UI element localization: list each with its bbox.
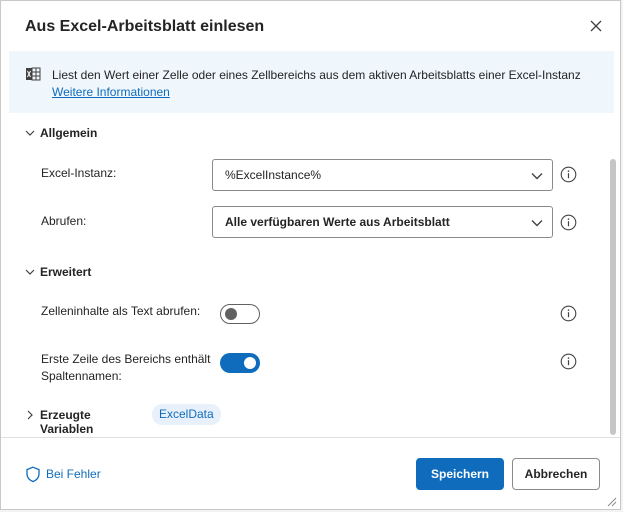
info-icon[interactable] [560,166,577,188]
more-info-link[interactable]: Weitere Informationen [52,85,170,99]
info-banner: Liest den Wert einer Zelle oder eines Ze… [9,51,614,113]
excel-instance-label: Excel-Instanz: [41,166,117,180]
footer-divider [1,437,620,438]
shield-icon [26,466,40,483]
dialog-title: Aus Excel-Arbeitsblatt einlesen [25,18,265,35]
section-general-toggle[interactable]: Allgemein [25,125,115,141]
variable-badge[interactable]: ExcelData [152,404,221,425]
close-icon[interactable] [587,17,605,35]
section-variables-title: Erzeugte Variablen [40,408,94,436]
on-error-label: Bei Fehler [46,467,101,481]
chevron-down-icon [25,269,35,275]
chevron-down-icon [531,220,543,227]
section-variables-toggle[interactable]: Erzeugte Variablen [25,407,147,436]
header-row-label-line2: Spaltennamen: [41,369,122,383]
chevron-right-icon [27,410,33,420]
header-row-label-line1: Erste Zeile des Bereichs enthält [41,352,211,366]
toggle-knob [244,357,256,369]
info-icon[interactable] [560,305,577,327]
save-button[interactable]: Speichern [416,458,504,490]
retrieve-label: Abrufen: [41,214,87,228]
section-advanced-title: Erweitert [40,265,92,279]
header-row-toggle[interactable] [220,353,260,373]
cancel-button[interactable]: Abbrechen [512,458,600,490]
cell-text-label: Zelleninhalte als Text abrufen: [41,304,201,318]
excel-instance-value: %ExcelInstance% [225,168,322,182]
info-icon[interactable] [560,214,577,236]
retrieve-select[interactable]: Alle verfügbaren Werte aus Arbeitsblatt [212,206,553,238]
section-advanced-toggle[interactable]: Erweitert [25,264,115,280]
dialog: Aus Excel-Arbeitsblatt einlesen Liest de… [0,0,621,510]
info-description: Liest den Wert einer Zelle oder eines Ze… [52,68,581,82]
cell-text-toggle[interactable] [220,304,260,324]
resize-grip-icon[interactable] [605,495,617,507]
chevron-down-icon [531,173,543,180]
toggle-knob [225,308,237,320]
chevron-down-icon [25,130,35,136]
header-row-label: Erste Zeile des Bereichs enthält Spalten… [41,351,210,385]
info-icon[interactable] [560,353,577,375]
scrollbar-thumb[interactable] [610,159,616,435]
excel-sheet-icon [25,66,41,87]
section-general-title: Allgemein [40,126,98,140]
excel-instance-select[interactable]: %ExcelInstance% [212,159,553,191]
retrieve-value: Alle verfügbaren Werte aus Arbeitsblatt [225,215,450,229]
